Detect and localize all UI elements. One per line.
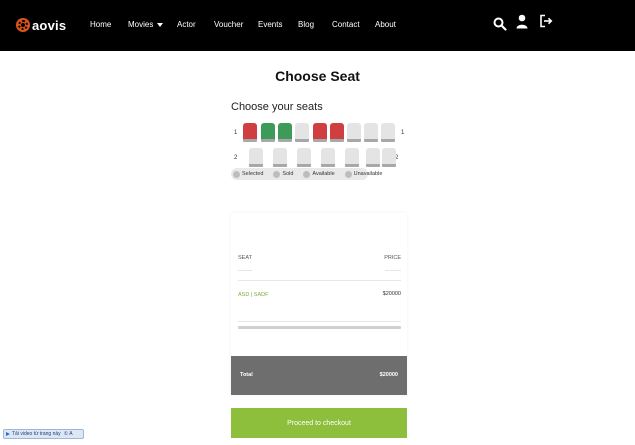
seat-2-7[interactable] [382, 148, 396, 167]
legend-dot [233, 170, 240, 178]
seat-2-4[interactable] [321, 148, 335, 167]
selected-seats-value: ASD | SADF [238, 292, 269, 298]
video-download-badge[interactable]: Tải video từ trang này ① A [3, 429, 84, 439]
total-label: Total [240, 372, 253, 378]
film-reel-icon [16, 18, 30, 32]
legend-dot [344, 170, 352, 178]
search-icon[interactable] [493, 17, 507, 31]
divider [238, 321, 401, 322]
seat-1-6 [330, 123, 344, 142]
nav-item-events[interactable]: Events [258, 19, 282, 31]
nav-item-about[interactable]: About [375, 19, 396, 31]
horizontal-scrollbar[interactable] [238, 326, 401, 329]
total-value: $20000 [379, 372, 398, 378]
legend-selected: Selected [231, 170, 264, 178]
row-label-right: 1 [401, 130, 405, 136]
seat-2-5[interactable] [345, 148, 359, 167]
logo-text: aovis [32, 17, 67, 33]
seat-column-header: SEAT [238, 255, 252, 261]
page-title: Choose Seat [275, 68, 360, 84]
legend-label: Sold [282, 171, 294, 177]
nav-item-movies-label: Movies [128, 20, 154, 29]
video-download-suffix: ① A [63, 431, 73, 437]
logout-icon[interactable] [539, 14, 553, 28]
seat-2-6[interactable] [366, 148, 380, 167]
booking-summary-card: SEAT PRICE ASD | SADF $20000 Total $2000… [231, 213, 407, 395]
nav-item-contact[interactable]: Contact [332, 19, 360, 31]
logo[interactable]: aovis [16, 15, 66, 35]
seat-legend: Selected Sold Available Unavailable [231, 168, 382, 180]
seat-1-7[interactable] [347, 123, 361, 142]
nav-item-blog[interactable]: Blog [298, 19, 314, 31]
seat-1-3[interactable] [278, 123, 292, 142]
top-navbar: aovis Home Movies Actor Voucher Events B… [0, 0, 635, 51]
legend-dot [303, 170, 311, 178]
price-column-header: PRICE [384, 255, 401, 261]
seat-1-5 [313, 123, 327, 142]
divider [385, 270, 401, 271]
legend-label: Selected [242, 171, 264, 177]
video-download-label: Tải video từ trang này [12, 431, 61, 437]
proceed-to-checkout-button[interactable]: Proceed to checkout [231, 408, 407, 438]
legend-available: Available [301, 170, 335, 178]
seat-2-3[interactable] [297, 148, 311, 167]
chevron-down-icon [157, 22, 164, 27]
seat-1-1 [243, 123, 257, 142]
divider [238, 270, 252, 271]
legend-sold: Sold [271, 170, 294, 178]
seat-2-1[interactable] [249, 148, 263, 167]
row-label-left: 2 [234, 155, 238, 161]
legend-unavailable: Unavailable [343, 170, 383, 178]
seat-1-8[interactable] [364, 123, 378, 142]
legend-label: Unavailable [353, 171, 383, 177]
nav-item-home[interactable]: Home [90, 19, 111, 31]
row-label-left: 1 [234, 130, 238, 136]
play-icon [6, 432, 10, 436]
total-row: Total $20000 [231, 356, 407, 395]
seat-1-4[interactable] [295, 123, 309, 142]
nav-item-movies[interactable]: Movies [128, 19, 164, 31]
user-icon[interactable] [516, 14, 528, 29]
page-subtitle: Choose your seats [231, 101, 323, 113]
nav-item-actor[interactable]: Actor [177, 19, 196, 31]
seat-2-2[interactable] [273, 148, 287, 167]
nav-item-voucher[interactable]: Voucher [214, 19, 243, 31]
seat-1-9[interactable] [381, 123, 395, 142]
seat-1-2[interactable] [261, 123, 275, 142]
legend-dot [273, 170, 281, 178]
legend-label: Available [312, 171, 335, 177]
price-value: $20000 [382, 291, 401, 297]
divider [238, 280, 401, 281]
